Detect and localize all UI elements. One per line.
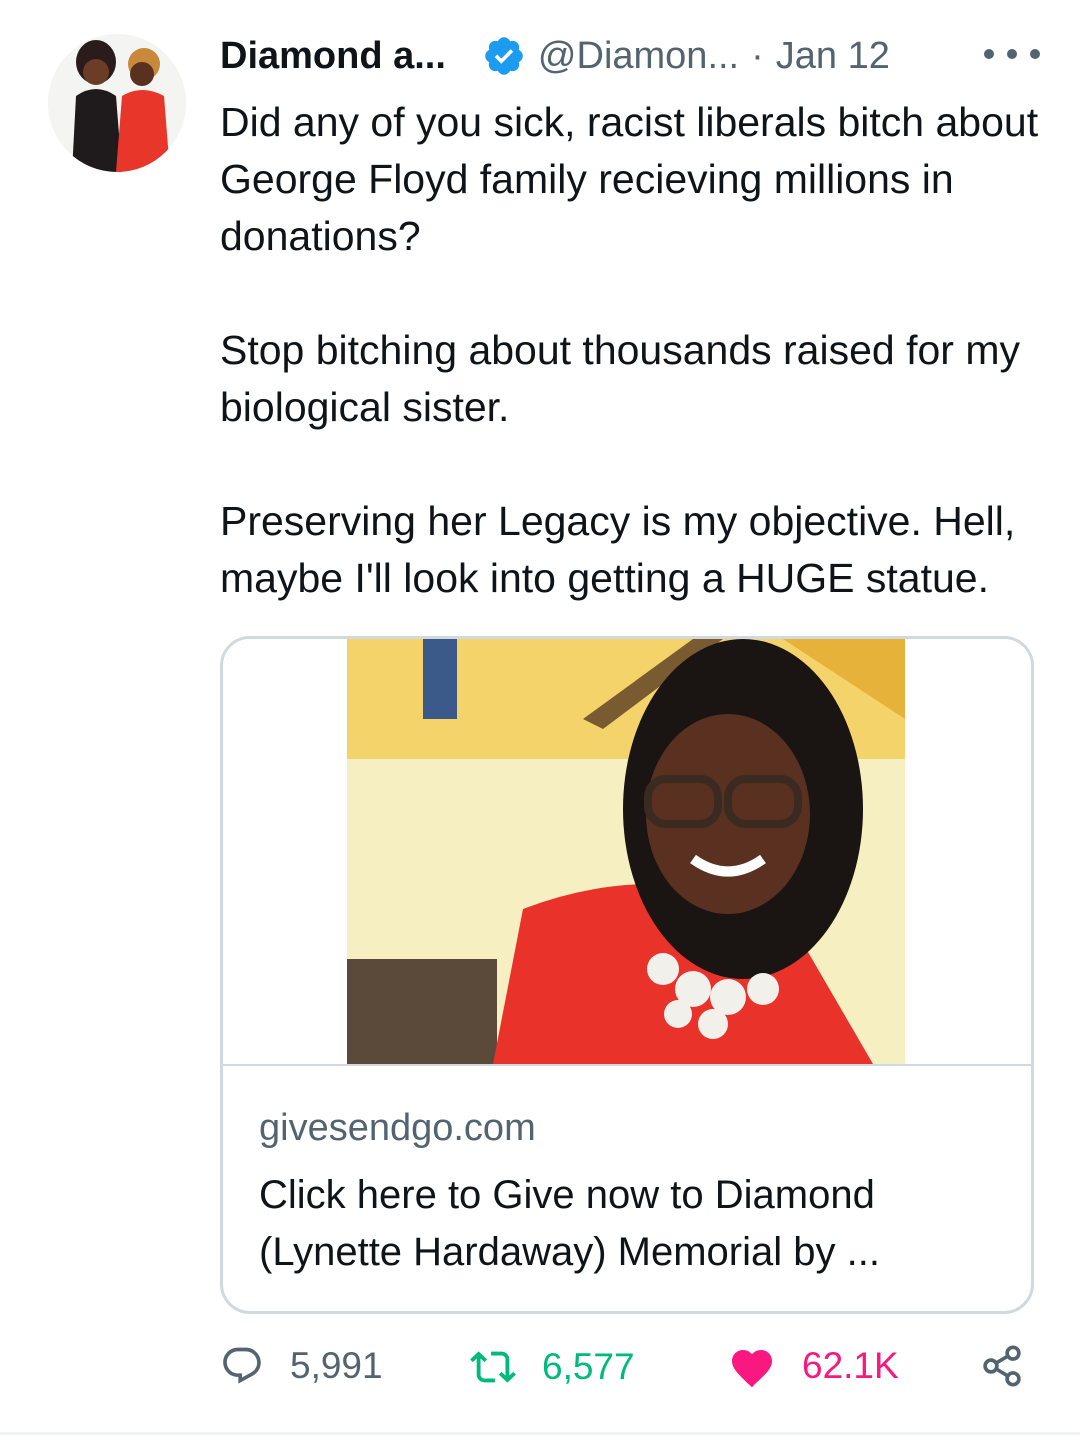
link-card-image[interactable] [223, 639, 1031, 1066]
link-card[interactable]: givesendgo.com Click here to Give now to… [220, 636, 1034, 1314]
tweet-date[interactable]: Jan 12 [776, 35, 890, 78]
reply-icon [223, 1347, 261, 1384]
more-dot [984, 49, 994, 59]
more-dot [1030, 49, 1040, 59]
more-options-icon[interactable] [984, 34, 1040, 74]
author-avatar[interactable] [48, 34, 186, 172]
like-button[interactable]: 62.1K [728, 1344, 899, 1388]
share-icon [983, 1345, 1021, 1387]
tweet-paragraph: Did any of you sick, racist liberals bit… [220, 99, 1039, 259]
author-handle[interactable]: @Diamon... [538, 35, 739, 78]
tweet-actions: 5,991 6,577 62.1K [220, 1344, 1040, 1404]
retweet-icon [470, 1351, 516, 1383]
card-photo [347, 639, 905, 1064]
retweet-button[interactable]: 6,577 [470, 1344, 635, 1390]
tweet-text: Did any of you sick, racist liberals bit… [220, 94, 1040, 607]
tweet-paragraph: Preserving her Legacy is my objective. H… [220, 498, 1016, 601]
author-name[interactable]: Diamond a... [220, 35, 446, 78]
more-dot [1007, 49, 1017, 59]
link-card-domain[interactable]: givesendgo.com [259, 1107, 536, 1150]
heart-icon [732, 1350, 772, 1388]
link-card-title[interactable]: Click here to Give now to Diamond (Lynet… [259, 1167, 999, 1281]
avatar-photo [48, 34, 186, 172]
reply-button[interactable]: 5,991 [220, 1344, 383, 1388]
tweet-header: Diamond a... @Diamon... · Jan 12 [220, 26, 1040, 86]
verified-badge-icon [485, 37, 523, 75]
share-button[interactable] [980, 1344, 1050, 1388]
divider [0, 1432, 1080, 1435]
tweet-paragraph: Stop bitching about thousands raised for… [220, 327, 1020, 430]
like-count: 62.1K [802, 1345, 899, 1386]
separator-dot: · [751, 34, 764, 77]
retweet-count: 6,577 [542, 1346, 635, 1387]
reply-count: 5,991 [290, 1345, 383, 1386]
